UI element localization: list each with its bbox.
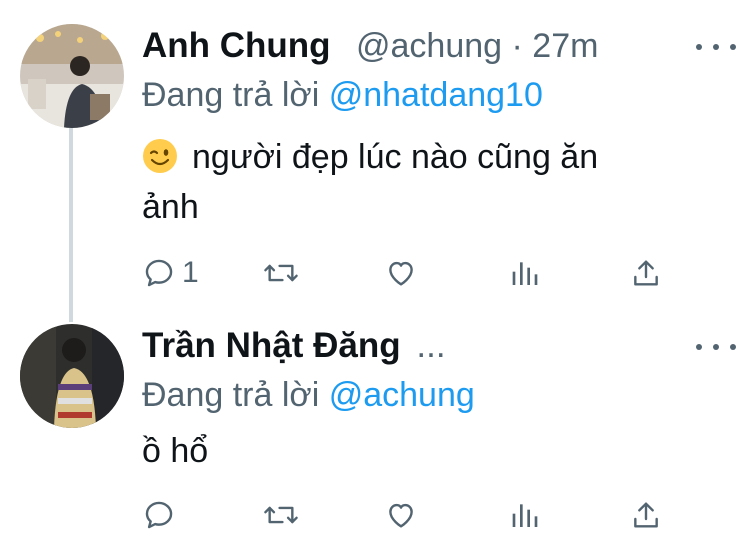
more-dot	[730, 344, 736, 350]
share-button[interactable]	[630, 498, 662, 532]
retweet-icon	[264, 264, 298, 282]
author-handle-and-time[interactable]: @achung · 27m	[356, 27, 598, 66]
more-dot	[730, 44, 736, 50]
more-options-button[interactable]	[696, 337, 736, 357]
reply-button[interactable]	[142, 498, 176, 532]
winking-face-emoji-icon	[143, 139, 177, 173]
retweet-button[interactable]	[262, 498, 300, 532]
author-name[interactable]: Anh Chung	[142, 26, 331, 66]
replying-prefix: Đang trả lời	[142, 76, 320, 114]
tweet-text-line1: người đẹp lúc nào cũng ăn	[192, 138, 599, 176]
replying-to: Đang trả lời @nhatdang10	[142, 76, 543, 115]
avatar-photo-1	[20, 24, 124, 128]
more-dot	[713, 344, 719, 350]
more-dot	[696, 44, 702, 50]
mention-link[interactable]: @achung	[329, 376, 475, 414]
author-name[interactable]: Trần Nhật Đăng ...	[142, 326, 446, 366]
retweet-button[interactable]	[262, 256, 300, 290]
timestamp[interactable]: 27m	[532, 27, 598, 65]
more-dot	[713, 44, 719, 50]
avatar[interactable]	[20, 24, 124, 128]
like-button[interactable]	[384, 256, 418, 290]
more-options-button[interactable]	[696, 37, 736, 57]
thread-connector-line	[69, 128, 73, 322]
reply-icon	[145, 259, 173, 287]
retweet-icon	[264, 506, 298, 524]
replying-prefix: Đang trả lời	[142, 376, 320, 414]
tweet-text-line2: ảnh	[142, 188, 199, 226]
share-icon	[634, 502, 658, 528]
reply-button[interactable]: 1	[142, 256, 199, 290]
analytics-icon	[512, 504, 538, 527]
replying-to: Đang trả lời @achung	[142, 376, 475, 415]
heart-icon	[389, 503, 413, 528]
author-name-text[interactable]: Trần Nhật Đăng	[142, 326, 401, 365]
avatar[interactable]	[20, 324, 124, 428]
views-button[interactable]	[508, 498, 540, 532]
like-button[interactable]	[384, 498, 418, 532]
author-handle[interactable]: @achung	[356, 27, 502, 65]
mention-link[interactable]: @nhatdang10	[329, 76, 543, 114]
reply-icon	[145, 501, 173, 529]
more-dot	[696, 344, 702, 350]
share-icon	[634, 260, 658, 286]
reply-count: 1	[182, 256, 199, 289]
views-button[interactable]	[508, 256, 540, 290]
separator-dot: ·	[511, 27, 523, 65]
analytics-icon	[512, 262, 538, 285]
share-button[interactable]	[630, 256, 662, 290]
avatar-photo-2	[20, 324, 124, 428]
tweet-text: ồ hổ	[142, 432, 209, 470]
tweet-text: người đẹp lúc nào cũng ăn ảnh	[142, 132, 598, 232]
heart-icon	[389, 261, 413, 286]
handle-truncated: ...	[416, 326, 446, 365]
